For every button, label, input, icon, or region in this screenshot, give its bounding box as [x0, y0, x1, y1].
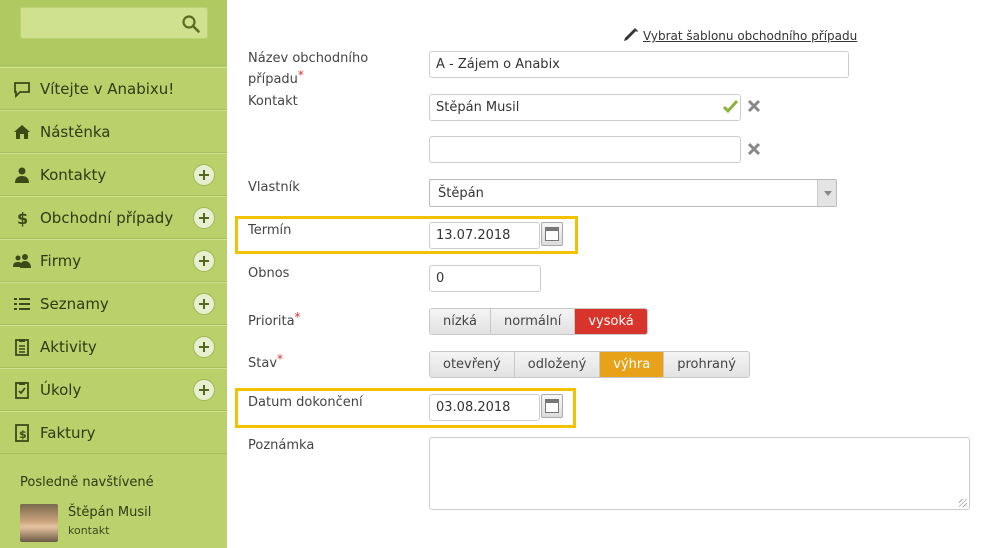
- status-toggle: otevřený odložený výhra prohraný: [429, 351, 750, 378]
- status-label: Stav*: [248, 352, 284, 371]
- svg-text:$: $: [19, 428, 27, 441]
- completion-date-input[interactable]: [429, 394, 540, 421]
- sidebar: Vítejte v Anabixu! Nástěnka Kontakty $ O…: [0, 0, 227, 548]
- remove-contact-2-icon[interactable]: [747, 142, 761, 156]
- search-area: [0, 0, 227, 66]
- sidebar-item-contacts[interactable]: Kontakty: [0, 153, 227, 196]
- chevron-down-icon[interactable]: [817, 180, 836, 206]
- sidebar-item-label: Úkoly: [40, 381, 82, 399]
- deal-name-label: Název obchodního případu*: [248, 51, 369, 87]
- sidebar-item-label: Kontakty: [40, 166, 107, 184]
- search-input[interactable]: [20, 7, 208, 39]
- sidebar-item-dashboard[interactable]: Nástěnka: [0, 110, 227, 153]
- sidebar-item-label: Firmy: [40, 252, 82, 270]
- pen-icon: [624, 28, 638, 41]
- check-icon: [723, 100, 739, 114]
- status-lost[interactable]: prohraný: [664, 352, 749, 377]
- priority-label: Priorita*: [248, 310, 301, 329]
- calendar-icon: [545, 399, 559, 413]
- remove-contact-icon[interactable]: [747, 99, 761, 113]
- deadline-input[interactable]: [429, 222, 540, 249]
- priority-normal[interactable]: normální: [490, 309, 576, 334]
- completion-date-label: Datum dokončení: [248, 395, 363, 410]
- people-icon: [13, 254, 31, 268]
- contact-label: Kontakt: [248, 94, 298, 109]
- priority-low[interactable]: nízká: [430, 309, 491, 334]
- add-list-button[interactable]: [193, 293, 215, 315]
- status-open[interactable]: otevřený: [430, 352, 515, 377]
- sidebar-item-label: Faktury: [40, 424, 96, 442]
- priority-toggle: nízká normální vysoká: [429, 308, 648, 335]
- note-label: Poznámka: [248, 438, 315, 453]
- owner-select[interactable]: Štěpán: [429, 179, 837, 207]
- sidebar-item-invoices[interactable]: $ Faktury: [0, 411, 227, 454]
- choose-template-label: Vybrat šablonu obchodního případu: [643, 29, 858, 43]
- calendar-icon: [545, 227, 559, 241]
- clipboard-icon: [15, 339, 29, 356]
- home-icon: [14, 125, 30, 139]
- contact-input[interactable]: [429, 94, 741, 121]
- sidebar-nav: Vítejte v Anabixu! Nástěnka Kontakty $ O…: [0, 67, 227, 454]
- deal-name-input[interactable]: [429, 51, 849, 78]
- status-won[interactable]: výhra: [600, 352, 665, 377]
- add-contact-button[interactable]: [193, 164, 215, 186]
- svg-text:$: $: [17, 209, 28, 227]
- sidebar-item-label: Nástěnka: [40, 123, 111, 141]
- deadline-calendar-button[interactable]: [541, 222, 563, 246]
- recently-visited: Posledně navštívené Štěpán Musil kontakt: [0, 455, 227, 548]
- sidebar-item-companies[interactable]: Firmy: [0, 239, 227, 282]
- person-icon: [15, 167, 29, 183]
- owner-label: Vlastník: [248, 180, 300, 195]
- completion-calendar-button[interactable]: [541, 394, 563, 418]
- choose-template-link[interactable]: Vybrat šablonu obchodního případu: [623, 28, 857, 43]
- deadline-label: Termín: [248, 223, 292, 238]
- add-task-button[interactable]: [193, 379, 215, 401]
- sidebar-item-lists[interactable]: Seznamy: [0, 282, 227, 325]
- status-postponed[interactable]: odložený: [514, 352, 601, 377]
- owner-value: Štěpán: [438, 186, 484, 201]
- recent-contact-type: kontakt: [68, 524, 110, 537]
- resize-grip-icon[interactable]: [959, 499, 967, 507]
- add-activity-button[interactable]: [193, 336, 215, 358]
- amount-label: Obnos: [248, 266, 290, 281]
- checklist-icon: [15, 382, 29, 399]
- dollar-icon: $: [17, 209, 28, 227]
- sidebar-item-label: Vítejte v Anabixu!: [40, 80, 175, 98]
- priority-high[interactable]: vysoká: [575, 309, 647, 334]
- sidebar-item-deals[interactable]: $ Obchodní případy: [0, 196, 227, 239]
- recent-contact-name[interactable]: Štěpán Musil: [68, 505, 151, 520]
- note-textarea[interactable]: [429, 437, 970, 510]
- sidebar-item-label: Seznamy: [40, 295, 109, 313]
- sidebar-item-welcome[interactable]: Vítejte v Anabixu!: [0, 67, 227, 110]
- avatar[interactable]: [20, 504, 58, 542]
- add-company-button[interactable]: [193, 250, 215, 272]
- invoice-icon: $: [15, 424, 29, 442]
- sidebar-item-activities[interactable]: Aktivity: [0, 325, 227, 368]
- amount-input[interactable]: [429, 265, 541, 292]
- recent-title: Posledně navštívené: [20, 475, 154, 490]
- list-icon: [14, 298, 30, 310]
- search-icon[interactable]: [181, 14, 201, 34]
- add-deal-button[interactable]: [193, 207, 215, 229]
- chat-bubble-icon: [14, 82, 30, 98]
- contact-input-2[interactable]: [429, 136, 741, 163]
- sidebar-item-tasks[interactable]: Úkoly: [0, 368, 227, 411]
- sidebar-item-label: Aktivity: [40, 338, 97, 356]
- sidebar-item-label: Obchodní případy: [40, 209, 174, 227]
